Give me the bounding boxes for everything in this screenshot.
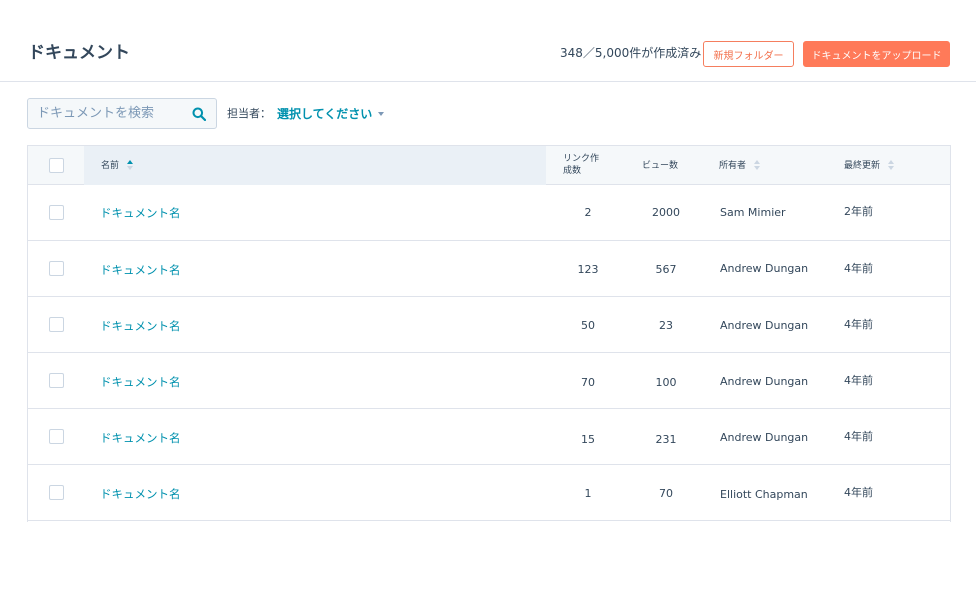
last-updated: 4年前 — [844, 486, 873, 499]
column-header-name-label: 名前 — [101, 161, 120, 171]
row-checkbox[interactable] — [49, 205, 64, 220]
sort-icon — [887, 159, 894, 170]
table-row: ドキュメント名 1 70 Elliott Chapman 4年前 — [28, 465, 950, 521]
owner-name: Andrew Dungan — [720, 375, 809, 388]
links-count: 15 — [581, 433, 595, 446]
row-checkbox[interactable] — [49, 429, 64, 444]
last-updated: 2年前 — [844, 205, 873, 218]
last-updated: 4年前 — [844, 262, 873, 275]
column-header-links-line1: リンク作 — [563, 154, 600, 164]
links-count: 70 — [581, 376, 595, 389]
links-count: 2 — [584, 206, 592, 219]
links-count: 50 — [581, 319, 595, 332]
document-count: 348／5,000件が作成済み — [560, 46, 702, 60]
last-updated: 4年前 — [844, 318, 873, 331]
document-name-link[interactable]: ドキュメント名 — [100, 375, 181, 389]
documents-table: 名前 リンク作 成数 ビュー数 所有者 最終更新 ドキュメント名 2 2000 … — [27, 145, 951, 522]
table-row: ドキュメント名 123 567 Andrew Dungan 4年前 — [28, 241, 950, 297]
table-row: ドキュメント名 2 2000 Sam Mimier 2年前 — [28, 185, 950, 241]
owner-name: Elliott Chapman — [720, 488, 808, 501]
table-header: 名前 リンク作 成数 ビュー数 所有者 最終更新 — [28, 146, 950, 185]
row-checkbox[interactable] — [49, 261, 64, 276]
column-header-name[interactable]: 名前 — [101, 159, 133, 172]
new-folder-button[interactable]: 新規フォルダー — [703, 41, 794, 67]
views-count: 567 — [655, 263, 677, 276]
owner-filter-value: 選択してください — [277, 107, 373, 121]
table-row: ドキュメント名 15 231 Andrew Dungan 4年前 — [28, 409, 950, 465]
sort-ascending-icon — [126, 159, 133, 170]
column-header-owner-label: 所有者 — [719, 161, 747, 171]
views-count: 2000 — [652, 206, 680, 219]
sorted-column-highlight — [84, 146, 546, 185]
owner-name: Sam Mimier — [720, 206, 786, 219]
row-checkbox[interactable] — [49, 485, 64, 500]
owner-name: Andrew Dungan — [720, 431, 809, 444]
sort-icon — [753, 159, 760, 170]
column-header-views[interactable]: ビュー数 — [642, 160, 678, 172]
table-row: ドキュメント名 50 23 Andrew Dungan 4年前 — [28, 297, 950, 353]
links-count: 123 — [577, 263, 599, 276]
document-name-link[interactable]: ドキュメント名 — [100, 263, 181, 277]
column-header-owner[interactable]: 所有者 — [719, 159, 760, 172]
last-updated: 4年前 — [844, 374, 873, 387]
search-icon[interactable] — [192, 107, 206, 121]
views-count: 231 — [655, 433, 677, 446]
owner-name: Andrew Dungan — [720, 262, 809, 275]
links-count: 1 — [584, 487, 592, 500]
page-title: ドキュメント — [28, 43, 130, 63]
search-box — [27, 98, 217, 129]
document-name-link[interactable]: ドキュメント名 — [100, 206, 181, 220]
table-row: ドキュメント名 70 100 Andrew Dungan 4年前 — [28, 353, 950, 409]
row-checkbox[interactable] — [49, 317, 64, 332]
document-name-link[interactable]: ドキュメント名 — [100, 487, 181, 501]
column-header-links-line2: 成数 — [563, 166, 582, 176]
document-name-link[interactable]: ドキュメント名 — [100, 431, 181, 445]
caret-down-icon — [378, 111, 385, 116]
owner-filter-dropdown[interactable]: 選択してください — [277, 106, 385, 122]
select-all-checkbox[interactable] — [49, 158, 64, 173]
search-input[interactable] — [28, 99, 188, 128]
document-name-link[interactable]: ドキュメント名 — [100, 319, 181, 333]
column-header-updated[interactable]: 最終更新 — [844, 159, 894, 172]
upload-document-button[interactable]: ドキュメントをアップロード — [803, 41, 950, 67]
row-checkbox[interactable] — [49, 373, 64, 388]
column-header-links[interactable]: リンク作 成数 — [563, 153, 607, 177]
page-header: ドキュメント 348／5,000件が作成済み 新規フォルダー ドキュメントをアッ… — [0, 0, 976, 82]
last-updated: 4年前 — [844, 430, 873, 443]
owner-name: Andrew Dungan — [720, 319, 809, 332]
column-header-views-label: ビュー数 — [642, 161, 679, 171]
owner-filter-label: 担当者： — [227, 107, 271, 120]
column-header-updated-label: 最終更新 — [844, 161, 881, 171]
views-count: 100 — [655, 376, 677, 389]
views-count: 70 — [659, 487, 673, 500]
views-count: 23 — [659, 319, 673, 332]
